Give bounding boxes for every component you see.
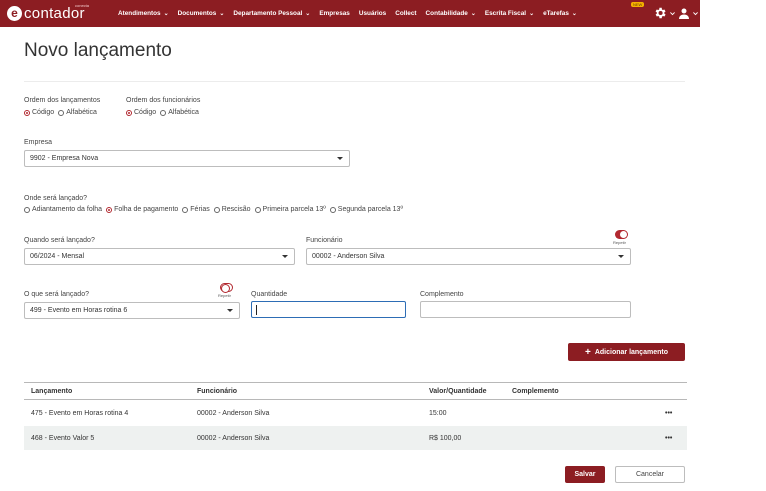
more-options-icon[interactable]: ••• bbox=[665, 426, 672, 450]
table-row[interactable]: 468 - Evento Valor 5 00002 - Anderson Si… bbox=[24, 426, 687, 450]
radio-order-lancamentos-alfabetica[interactable]: Alfabética bbox=[58, 109, 97, 116]
quantidade-label: Quantidade bbox=[251, 291, 288, 298]
cell-funcionario: 00002 - Anderson Silva bbox=[197, 434, 270, 442]
gear-icon[interactable] bbox=[653, 6, 667, 20]
cancel-button[interactable]: Cancelar bbox=[615, 466, 685, 483]
brand-logo[interactable]: e contador conecta bbox=[7, 3, 89, 23]
chevron-down-icon[interactable] bbox=[669, 10, 676, 17]
empresa-select[interactable]: 9902 - Empresa Nova bbox=[24, 150, 350, 167]
radio-icon bbox=[106, 206, 113, 213]
nav-item-etarefas[interactable]: eTarefas ⌄ bbox=[543, 10, 577, 17]
logo-sup: conecta bbox=[75, 3, 90, 8]
complemento-label: Complemento bbox=[420, 291, 464, 298]
quantidade-input[interactable] bbox=[251, 301, 406, 318]
funcionario-repeat-label: Repetir bbox=[613, 240, 626, 245]
cell-lancamento: 475 - Evento em Horas rotina 4 bbox=[31, 409, 129, 417]
nav-item-documentos[interactable]: Documentos ⌄ bbox=[178, 10, 225, 17]
nav-item-usuarios[interactable]: Usuários bbox=[359, 10, 386, 17]
cell-valor: R$ 100,00 bbox=[429, 434, 462, 442]
cell-funcionario: 00002 - Anderson Silva bbox=[197, 409, 270, 417]
radio-icon bbox=[254, 206, 261, 213]
oque-value: 499 - Evento em Horas rotina 6 bbox=[30, 307, 128, 314]
radio-icon bbox=[24, 206, 30, 213]
save-button[interactable]: Salvar bbox=[565, 466, 605, 483]
chevron-down-icon: ⌄ bbox=[219, 11, 225, 17]
add-lancamento-button[interactable]: + Adicionar lançamento bbox=[568, 343, 685, 361]
plus-icon: + bbox=[585, 346, 591, 358]
column-header-valor[interactable]: Valor/Quantidade bbox=[429, 383, 487, 399]
chevron-down-icon: ⌄ bbox=[163, 11, 169, 17]
column-header-funcionario[interactable]: Funcionário bbox=[197, 383, 237, 399]
oque-repeat-toggle[interactable] bbox=[220, 283, 233, 293]
caret-down-icon bbox=[337, 157, 343, 160]
caret-down-icon bbox=[282, 255, 288, 258]
page-title: Novo lançamento bbox=[24, 40, 172, 61]
nav-menu: Atendimentos ⌄ Documentos ⌄ Departamento P… bbox=[118, 0, 586, 27]
logo-mark: e bbox=[7, 6, 22, 21]
title-divider bbox=[24, 81, 685, 82]
nav-item-atendimentos[interactable]: Atendimentos ⌄ bbox=[118, 10, 169, 17]
onde-label: Onde será lançado? bbox=[24, 195, 88, 202]
new-badge: NEW bbox=[631, 2, 645, 7]
oque-repeat-label: Repetir bbox=[218, 293, 231, 298]
chevron-down-icon: ⌄ bbox=[529, 11, 535, 17]
funcionario-repeat-toggle[interactable] bbox=[615, 230, 628, 239]
order-funcionarios-options: Código Alfabética bbox=[126, 109, 203, 116]
radio-order-funcionarios-codigo[interactable]: Código bbox=[126, 109, 156, 116]
radio-icon bbox=[58, 109, 65, 116]
table-row[interactable]: 475 - Evento em Horas rotina 4 00002 - A… bbox=[24, 401, 687, 425]
nav-icons bbox=[653, 6, 699, 20]
radio-icon bbox=[329, 206, 336, 213]
nav-item-departamento-pessoal[interactable]: Departamento Pessoal ⌄ bbox=[233, 10, 310, 17]
table-header: Lançamento Funcionário Valor/Quantidade … bbox=[24, 382, 687, 400]
funcionario-select[interactable]: 00002 - Anderson Silva bbox=[306, 248, 631, 265]
chevron-down-icon: ⌄ bbox=[571, 11, 577, 17]
quando-select[interactable]: 06/2024 - Mensal bbox=[24, 248, 295, 265]
column-header-lancamento[interactable]: Lançamento bbox=[31, 383, 72, 399]
nav-item-collect[interactable]: Collect bbox=[395, 10, 416, 17]
order-funcionarios-label: Ordem dos funcionários bbox=[126, 97, 201, 104]
empresa-label: Empresa bbox=[24, 139, 53, 146]
radio-icon bbox=[213, 206, 220, 213]
nav-item-escrita-fiscal[interactable]: Escrita Fiscal ⌄ bbox=[485, 10, 534, 17]
radio-ferias[interactable]: Férias bbox=[182, 206, 210, 213]
oque-label: O que será lançado? bbox=[24, 291, 89, 298]
chevron-down-icon: ⌄ bbox=[470, 11, 476, 17]
radio-icon bbox=[160, 109, 167, 116]
radio-adiantamento[interactable]: Adiantamento da folha bbox=[24, 206, 102, 213]
radio-icon bbox=[24, 109, 30, 116]
radio-segunda-parcela[interactable]: Segunda parcela 13º bbox=[329, 206, 403, 213]
radio-icon bbox=[126, 109, 132, 116]
nav-item-contabilidade[interactable]: Contabilidade ⌄ bbox=[426, 10, 476, 17]
radio-order-funcionarios-alfabetica[interactable]: Alfabética bbox=[160, 109, 199, 116]
radio-primeira-parcela[interactable]: Primeira parcela 13º bbox=[254, 206, 326, 213]
order-lancamentos-label: Ordem dos lançamentos bbox=[24, 97, 101, 104]
funcionario-label: Funcionário bbox=[306, 237, 343, 244]
quando-label: Quando será lançado? bbox=[24, 237, 95, 244]
column-header-complemento[interactable]: Complemento bbox=[512, 383, 559, 399]
caret-down-icon bbox=[618, 255, 624, 258]
empresa-value: 9902 - Empresa Nova bbox=[30, 155, 99, 162]
radio-folha-pagamento[interactable]: Folha de pagamento bbox=[106, 206, 178, 213]
radio-order-lancamentos-codigo[interactable]: Código bbox=[24, 109, 54, 116]
user-icon[interactable] bbox=[678, 7, 690, 20]
radio-rescisao[interactable]: Rescisão bbox=[213, 206, 251, 213]
funcionario-value: 00002 - Anderson Silva bbox=[312, 253, 385, 260]
top-nav: e contador conecta Atendimentos ⌄ Documen… bbox=[0, 0, 700, 27]
oque-select[interactable]: 499 - Evento em Horas rotina 6 bbox=[24, 302, 240, 319]
chevron-down-icon: ⌄ bbox=[305, 11, 311, 17]
quando-value: 06/2024 - Mensal bbox=[30, 253, 85, 260]
nav-item-empresas[interactable]: Empresas bbox=[319, 10, 350, 17]
complemento-input[interactable] bbox=[420, 301, 631, 318]
caret-down-icon bbox=[227, 309, 233, 312]
chevron-down-icon[interactable] bbox=[692, 10, 699, 17]
cell-lancamento: 468 - Evento Valor 5 bbox=[31, 434, 95, 442]
onde-options: Adiantamento da folha Folha de pagamento… bbox=[24, 206, 407, 213]
more-options-icon[interactable]: ••• bbox=[665, 401, 672, 425]
radio-icon bbox=[182, 206, 189, 213]
cell-valor: 15:00 bbox=[429, 409, 447, 417]
order-lancamentos-options: Código Alfabética bbox=[24, 109, 101, 116]
text-cursor bbox=[256, 305, 257, 315]
